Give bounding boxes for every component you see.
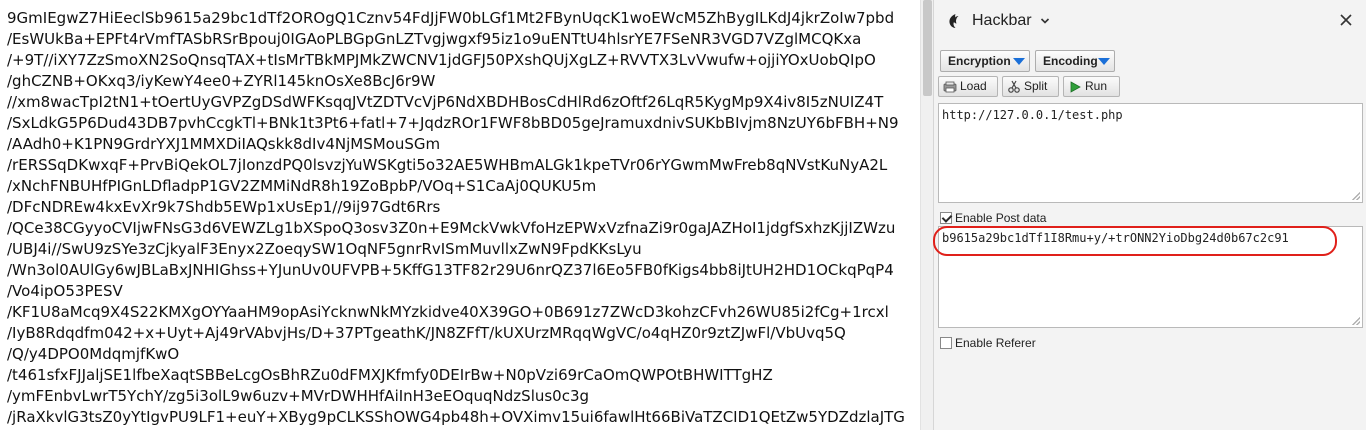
text-line: /rERSSqDKwxqF+PrvBiQekOL7jIonzdPQ0lsvzjY…: [7, 156, 888, 174]
text-line: /EsWUkBa+EPFt4rVmfTASbRSrBpouj0IGAoPLBGp…: [7, 30, 862, 48]
enable-referer-checkbox[interactable]: [940, 337, 952, 349]
text-line: /jRaXkvlG3tsZ0yYtIgvPU9LF1+euY+XByg9pCLK…: [7, 408, 905, 426]
run-icon: [1070, 81, 1081, 93]
source-text-pane: 9GmIEgwZ7HiEeclSb9615a29bc1dTf2OROgQ1Czn…: [0, 0, 920, 430]
encoding-label: Encoding: [1043, 54, 1098, 68]
split-label: Split: [1024, 79, 1048, 93]
vertical-scrollbar[interactable]: [920, 0, 933, 430]
hackbar-header: Hackbar: [934, 0, 1366, 42]
enable-post-label: Enable Post data: [955, 211, 1047, 225]
text-line: /DFcNDREw4kxEvXr9k7Shdb5EWp1xUsEp1//9ij9…: [7, 198, 441, 216]
run-button[interactable]: Run: [1063, 76, 1120, 97]
text-line: //xm8wacTpI2tN1+tOertUyGVPZgDSdWFKsqqJVt…: [7, 93, 884, 111]
close-icon[interactable]: [1339, 13, 1353, 27]
post-data-textarea[interactable]: b9615a29bc1dTf1I8Rmu+y/+trONN2YioDbg24d0…: [938, 226, 1363, 328]
text-line: /AAdh0+K1PN9GrdrYXJ1MMXDiIAQskk8dIv4NjMS…: [7, 135, 441, 153]
resize-grip[interactable]: [1352, 317, 1360, 325]
text-line: /Wn3ol0AUlGy6wJBLaBxJNHIGhss+YJunUv0UFVP…: [7, 261, 894, 279]
dropdown-arrow-icon: [1013, 58, 1025, 65]
split-button[interactable]: Split: [1002, 76, 1059, 97]
text-line: /xNchFNBUHfPIGnLDfladpP1GV2ZMMiNdR8h19Zo…: [7, 177, 597, 195]
text-line: /ymFEnbvLwrT5YchY/zg5i3olL9w6uzv+MVrDWHH…: [7, 387, 590, 405]
text-line: /SxLdkG5P6Dud43DB7pvhCcgkTl+BNk1t3Pt6+fa…: [7, 114, 899, 132]
encoding-menu-button[interactable]: Encoding: [1035, 50, 1115, 72]
chevron-down-icon[interactable]: [1039, 15, 1051, 27]
text-line: /KF1U8aMcq9X4S22KMXgOYYaaHM9opAsiYcknwNk…: [7, 303, 889, 321]
enable-post-checkbox[interactable]: [940, 212, 952, 224]
load-label: Load: [960, 79, 987, 93]
hackbar-logo-icon: [949, 14, 959, 28]
text-line: /UBJ4i//SwU9zSYe3zCjkyalF3Enyx2ZoeqySW1O…: [7, 240, 642, 258]
enable-referer-label: Enable Referer: [955, 336, 1036, 350]
resize-grip[interactable]: [1352, 192, 1360, 200]
text-line: 9GmIEgwZ7HiEeclSb9615a29bc1dTf2OROgQ1Czn…: [7, 9, 895, 27]
load-icon: [943, 81, 957, 93]
post-value: b9615a29bc1dTf1I8Rmu+y/+trONN2YioDbg24d0…: [942, 231, 1289, 245]
text-line: /+9T//iXY7ZzSmoXN2SoQnsqTAX+tIsMrTBkMPJM…: [7, 51, 876, 69]
text-line: /IyB8Rdqdfm042+x+Uyt+Aj49rVAbvjHs/D+37PT…: [7, 324, 846, 342]
split-icon: [1008, 80, 1020, 93]
hackbar-panel: Hackbar Encryption Encoding Load Split R…: [933, 0, 1366, 430]
text-line: /QCe38CGyyoCVIjwFNsG3d6VEWZLg1bXSpoQ3osv…: [7, 219, 896, 237]
url-value: http://127.0.0.1/test.php: [942, 108, 1123, 122]
hackbar-title[interactable]: Hackbar: [972, 12, 1032, 30]
text-line: /ghCZNB+OKxq3/iyKewY4ee0+ZYRl145knOsXe8B…: [7, 72, 436, 90]
load-button[interactable]: Load: [938, 76, 998, 97]
encryption-label: Encryption: [948, 54, 1011, 68]
encryption-menu-button[interactable]: Encryption: [940, 50, 1030, 72]
text-line: /Vo4ipO53PESV: [7, 282, 123, 300]
dropdown-arrow-icon: [1098, 58, 1110, 65]
text-line: /t461sfxFJJaljSE1lfbeXaqtSBBeLcgOsBhRZu0…: [7, 366, 773, 384]
text-line: /Q/y4DPO0MdqmjfKwO: [7, 345, 180, 363]
url-textarea[interactable]: http://127.0.0.1/test.php: [938, 103, 1363, 203]
scrollbar-thumb[interactable]: [923, 0, 932, 96]
run-label: Run: [1085, 79, 1108, 93]
